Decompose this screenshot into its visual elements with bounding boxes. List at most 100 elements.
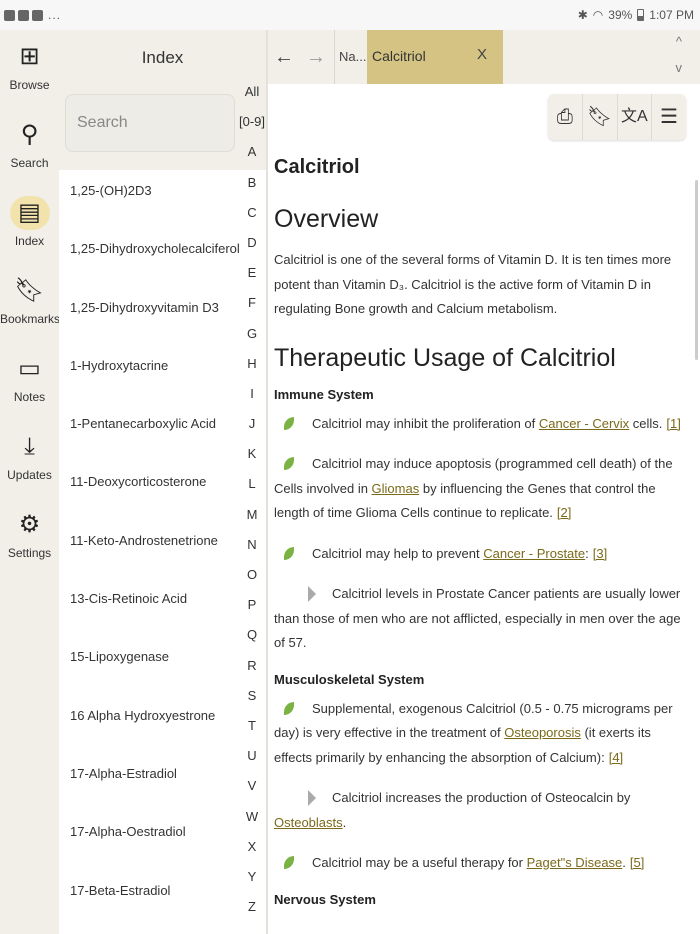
tab-calcitriol[interactable]: Calcitriol X [367, 30, 503, 84]
nav-label: Settings [7, 546, 52, 560]
reference-link[interactable]: [3] [593, 546, 607, 561]
list-item[interactable]: 17-Alpha-Estradiol [59, 745, 241, 803]
list-item[interactable]: 1,25-(OH)2D3 [59, 162, 241, 220]
index-list: 1,25-(OH)2D3 1,25-Dihydroxycholecalcifer… [59, 162, 241, 920]
nav-search[interactable]: ⚲ Search [0, 118, 59, 190]
list-item: Calcitriol may be a useful therapy for P… [274, 851, 692, 876]
article-toolbar: ⎙ 🔖︎ 文A ☰ [548, 94, 686, 140]
list-item[interactable]: 13-Cis-Retinoic Acid [59, 570, 241, 628]
reference-link[interactable]: [5] [630, 855, 644, 870]
forward-button[interactable]: → [302, 42, 330, 72]
alpha-letter[interactable]: E [239, 265, 265, 295]
list-item[interactable]: 15-Lipoxygenase [59, 628, 241, 686]
notes-icon: ▭ [18, 355, 41, 382]
list-item[interactable]: 16 Alpha Hydroxyestrone [59, 687, 241, 745]
close-icon[interactable]: X [477, 46, 487, 63]
article-body: Calcitriol Overview Calcitriol is one of… [274, 156, 692, 917]
nav-label: Updates [7, 468, 52, 482]
link-cancer-prostate[interactable]: Cancer - Prostate [483, 546, 585, 561]
alpha-letter[interactable]: L [239, 476, 265, 506]
section-heading: Overview [274, 205, 379, 233]
bookmark-icon[interactable]: 🔖︎ [583, 94, 618, 140]
alpha-letter[interactable]: D [239, 235, 265, 265]
nav-label: Search [10, 156, 49, 170]
alpha-letter[interactable]: U [239, 748, 265, 778]
bluetooth-icon: ✱ [577, 8, 588, 22]
link-gliomas[interactable]: Gliomas [372, 481, 420, 496]
list-item: Calcitriol increases the production of O… [274, 790, 631, 830]
nav-settings[interactable]: ⚙ Settings [0, 508, 59, 580]
more-notifications: ... [48, 8, 62, 22]
alpha-letter[interactable]: J [239, 416, 265, 446]
clock: 1:07 PM [649, 8, 694, 22]
alpha-letter[interactable]: N [239, 537, 265, 567]
alpha-letter[interactable]: W [239, 809, 265, 839]
alpha-letter[interactable]: S [239, 688, 265, 718]
reference-link[interactable]: [1] [666, 416, 680, 431]
index-header: Index [59, 30, 266, 170]
translate-icon[interactable]: 文A [618, 94, 653, 140]
alpha-letter[interactable]: T [239, 718, 265, 748]
alpha-letter[interactable]: P [239, 597, 265, 627]
list-item[interactable]: 17-Alpha-Oestradiol [59, 803, 241, 861]
alpha-letter[interactable]: G [239, 326, 265, 356]
leaf-bullet-icon [284, 457, 294, 470]
article-title: Calcitriol [274, 156, 360, 178]
alpha-letter[interactable]: M [239, 507, 265, 537]
nav-index[interactable]: ▤ Index [0, 196, 59, 268]
alpha-letter[interactable]: X [239, 839, 265, 869]
list-item: Calcitriol may induce apoptosis (program… [274, 456, 673, 520]
print-icon[interactable]: ⎙ [548, 94, 583, 140]
list-item[interactable]: 1-Pentanecarboxylic Acid [59, 395, 241, 453]
alpha-digits[interactable]: [0-9] [239, 114, 265, 144]
list-item[interactable]: 11-Deoxycorticosterone [59, 453, 241, 511]
alpha-letter[interactable]: C [239, 205, 265, 235]
leaf-bullet-icon [284, 546, 294, 560]
list-item[interactable]: 11-Keto-Androstenetrione [59, 512, 241, 570]
list-item[interactable]: 17-Beta-Estradiol [59, 862, 241, 920]
alpha-letter[interactable]: R [239, 658, 265, 688]
back-button[interactable]: ← [270, 42, 298, 72]
alpha-letter[interactable]: H [239, 356, 265, 386]
list-item[interactable]: 1-Hydroxytacrine [59, 337, 241, 395]
nav-label: Browse [9, 78, 50, 92]
tab-inactive[interactable]: Na... [334, 30, 366, 84]
tab-scroll-down-icon[interactable]: v [676, 60, 683, 75]
nav-bookmarks[interactable]: 🔖︎ Bookmarks [0, 274, 61, 346]
triangle-bullet-icon [308, 790, 316, 806]
alpha-letter[interactable]: Z [239, 899, 265, 929]
tab-label: Calcitriol [372, 48, 426, 64]
link-osteoblasts[interactable]: Osteoblasts [274, 815, 343, 830]
alpha-letter[interactable]: I [239, 386, 265, 416]
alpha-letter[interactable]: V [239, 778, 265, 808]
search-input[interactable] [65, 94, 235, 152]
alpha-letter[interactable]: K [239, 446, 265, 476]
link-cancer-cervix[interactable]: Cancer - Cervix [539, 416, 629, 431]
alpha-letter[interactable]: Y [239, 869, 265, 899]
list-item: Calcitriol may inhibit the proliferation… [274, 412, 692, 437]
nav-label: Index [14, 234, 45, 248]
link-pagets-disease[interactable]: Paget"s Disease [527, 855, 623, 870]
reference-link[interactable]: [2] [557, 505, 571, 520]
alpha-letter[interactable]: Q [239, 627, 265, 657]
alpha-letter[interactable]: B [239, 175, 265, 205]
scrollbar[interactable] [695, 180, 698, 360]
nav-browse[interactable]: ⊞ Browse [0, 40, 59, 112]
alpha-letter[interactable]: A [239, 144, 265, 174]
tab-scroll-up-icon[interactable]: ^ [676, 34, 682, 49]
reference-link[interactable]: [4] [609, 750, 623, 765]
subsection-heading: Musculoskeletal System [274, 671, 425, 687]
list-item[interactable]: 1,25-Dihydroxycholecalciferol [59, 220, 241, 278]
nav-notes[interactable]: ▭ Notes [0, 352, 59, 424]
screen-notification-icon [32, 9, 43, 21]
nav-label: Bookmarks [0, 312, 61, 326]
alpha-letter[interactable]: F [239, 295, 265, 325]
nav-label: Notes [13, 390, 46, 404]
alpha-letter[interactable]: O [239, 567, 265, 597]
alpha-all[interactable]: All [239, 84, 265, 114]
notification-icons: ... [4, 8, 61, 22]
list-item[interactable]: 1,25-Dihydroxyvitamin D3 [59, 279, 241, 337]
nav-updates[interactable]: ⤓ Updates [0, 430, 59, 502]
notes-icon[interactable]: ☰ [652, 94, 686, 140]
link-osteoporosis[interactable]: Osteoporosis [504, 725, 581, 740]
